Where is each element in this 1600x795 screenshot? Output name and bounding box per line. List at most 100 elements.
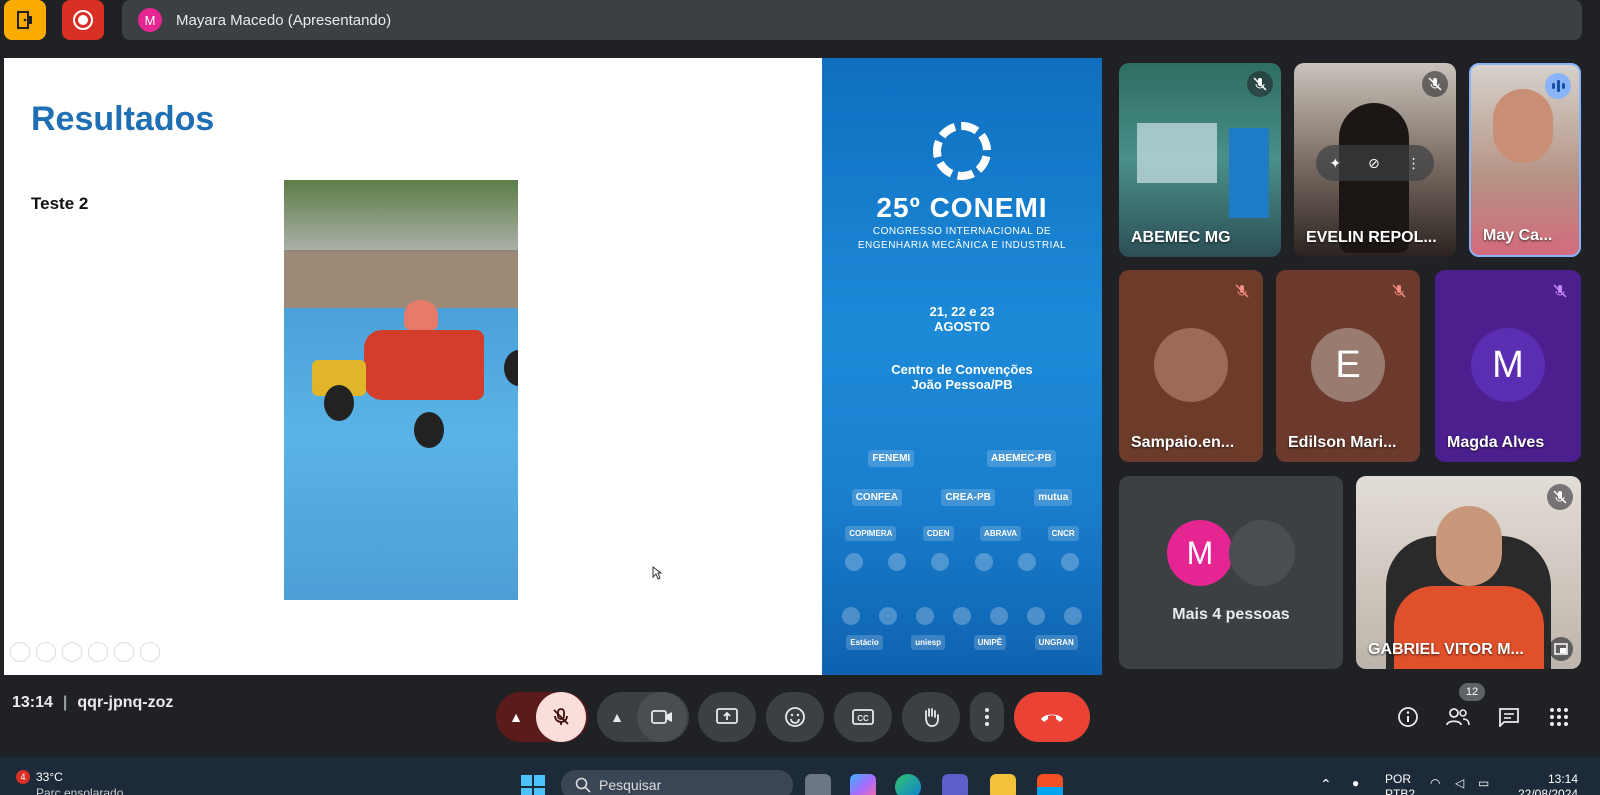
weather-temperature[interactable]: 33°C [36, 770, 63, 784]
participant-tile-magda[interactable]: M Magda Alves [1435, 270, 1581, 462]
conemi-subtitle-1: CONGRESSO INTERNACIONAL DE [872, 226, 1052, 237]
keyboard-layout: PTB2 [1385, 787, 1416, 795]
language-indicator[interactable]: POR [1385, 772, 1411, 786]
meet-window: M Mayara Macedo (Apresentando) Resultado… [0, 0, 1600, 795]
conemi-place-2: João Pessoa/PB [911, 377, 1013, 392]
weather-description: Parc ensolarado [36, 786, 124, 795]
file-explorer-icon[interactable] [990, 774, 1016, 795]
top-bar: M Mayara Macedo (Apresentando) [0, 0, 1600, 44]
more-options-button[interactable] [970, 692, 1004, 742]
meeting-code: qqr-jpnq-zoz [77, 694, 174, 711]
participant-tile-edilson[interactable]: E Edilson Mari... [1276, 270, 1420, 462]
support-logo: COPIMERA [845, 526, 897, 541]
mic-off-icon [1547, 484, 1573, 510]
bottom-bar: 13:14 | qqr-jpnq-zoz ▲ ▲ CC [0, 680, 1600, 742]
meeting-details-button[interactable] [1393, 702, 1423, 732]
emoji-icon [785, 707, 805, 727]
participant-avatar: M [1167, 520, 1233, 586]
windows-start-icon[interactable] [520, 774, 546, 795]
conemi-date-1: 21, 22 e 23 [929, 304, 995, 319]
edge-browser-icon[interactable] [895, 774, 921, 795]
support-logo: CNCR [1047, 526, 1079, 541]
participant-tile-evelin[interactable]: ✦ ⊘ ⋮ EVELIN REPOL... [1294, 63, 1456, 257]
mic-toggle-button[interactable] [536, 692, 586, 742]
participant-avatar [1229, 520, 1295, 586]
svg-text:CC: CC [857, 714, 869, 723]
store-icon[interactable] [1037, 774, 1063, 795]
sponsor-logo: mutua [1034, 489, 1073, 506]
participant-name: GABRIEL VITOR M... [1368, 641, 1524, 658]
participant-name: EVELIN REPOL... [1306, 229, 1437, 246]
more-participants-label: Mais 4 pessoas [1172, 606, 1290, 623]
participant-tile-abemec[interactable]: ABEMEC MG [1119, 63, 1281, 257]
present-screen-button[interactable] [698, 692, 756, 742]
participant-name: ABEMEC MG [1131, 229, 1231, 246]
mic-options-chevron-icon[interactable]: ▲ [496, 709, 536, 725]
more-vert-icon [985, 708, 989, 726]
exit-icon[interactable] [4, 0, 46, 40]
mic-off-icon [1247, 71, 1273, 97]
mic-off-icon [1422, 71, 1448, 97]
university-logos-row1 [832, 607, 1092, 625]
participant-avatar [1154, 328, 1228, 402]
sponsor-logo: CREA-PB [941, 489, 995, 506]
mic-off-icon [553, 708, 569, 725]
pin-icon[interactable]: ✦ [1329, 155, 1341, 172]
tray-chevron-icon[interactable]: ⌃ [1320, 776, 1332, 793]
battery-icon[interactable]: ▭ [1478, 776, 1489, 790]
mute-icon[interactable]: ⊘ [1368, 155, 1380, 172]
chat-icon [1499, 708, 1519, 727]
fenemi-logo: FENEMI [868, 450, 915, 467]
sponsor-logo: CONFEA [851, 489, 902, 506]
presenter-label: Mayara Macedo (Apresentando) [176, 11, 392, 29]
presenter-avatar: M [138, 8, 162, 32]
taskbar-search[interactable]: Pesquisar [561, 770, 793, 795]
wifi-icon[interactable]: ◠ [1430, 776, 1440, 790]
search-placeholder: Pesquisar [599, 777, 662, 793]
participant-avatar: E [1311, 328, 1385, 402]
clock-time[interactable]: 13:14 [1548, 772, 1578, 786]
people-count-badge: 12 [1459, 683, 1485, 701]
leave-call-button[interactable] [1014, 692, 1090, 742]
participant-name: May Ca... [1483, 227, 1553, 244]
more-participants-tile[interactable]: M Mais 4 pessoas [1119, 476, 1343, 669]
recording-icon[interactable] [62, 0, 104, 40]
presentation-stage: Resultados Teste 2 25º CONEMI CONGRESSO … [4, 58, 1102, 675]
picture-in-picture-icon[interactable] [1549, 637, 1573, 661]
captions-icon: CC [852, 709, 874, 725]
participant-tile-may[interactable]: May Ca... [1469, 63, 1581, 257]
participant-tile-sampaio[interactable]: Sampaio.en... [1119, 270, 1263, 462]
conemi-title: 25º CONEMI [876, 192, 1048, 223]
kart-photo [284, 180, 518, 600]
task-view-icon[interactable] [805, 774, 831, 795]
conemi-place-1: Centro de Convenções [891, 362, 1033, 377]
activities-button[interactable] [1544, 702, 1574, 732]
slide-subtitle: Teste 2 [31, 194, 89, 213]
windows-taskbar [0, 757, 1600, 795]
weather-notification-badge: 4 [16, 770, 30, 784]
tile-hover-controls[interactable]: ✦ ⊘ ⋮ [1316, 145, 1434, 181]
camera-control-group: ▲ [597, 692, 689, 742]
captions-button[interactable]: CC [834, 692, 892, 742]
camera-toggle-button[interactable] [637, 692, 687, 742]
participant-name: Edilson Mari... [1288, 434, 1397, 451]
info-icon [1398, 707, 1418, 727]
volume-icon[interactable]: ◁ [1455, 776, 1464, 790]
university-logo: UNIPÊ [973, 635, 1007, 650]
teams-icon[interactable] [942, 774, 968, 795]
camera-options-chevron-icon[interactable]: ▲ [597, 709, 637, 725]
presenter-banner: M Mayara Macedo (Apresentando) [122, 0, 1582, 40]
tray-mic-icon[interactable]: ● [1352, 776, 1359, 790]
copilot-icon[interactable] [850, 774, 876, 795]
more-options-icon[interactable]: ⋮ [1407, 155, 1421, 172]
slide-controls[interactable] [10, 642, 160, 662]
raise-hand-button[interactable] [902, 692, 960, 742]
chat-button[interactable] [1494, 702, 1524, 732]
people-button[interactable] [1443, 702, 1473, 732]
conemi-subtitle-2: ENGENHARIA MECÂNICA E INDUSTRIAL [857, 240, 1067, 251]
organizer-logos: FENEMI ABEMEC-PB [832, 450, 1092, 467]
abemec-logo: ABEMEC-PB [987, 450, 1056, 467]
participant-tile-gabriel[interactable]: GABRIEL VITOR M... [1356, 476, 1581, 669]
emoji-reaction-button[interactable] [766, 692, 824, 742]
participant-name: Sampaio.en... [1131, 434, 1235, 451]
